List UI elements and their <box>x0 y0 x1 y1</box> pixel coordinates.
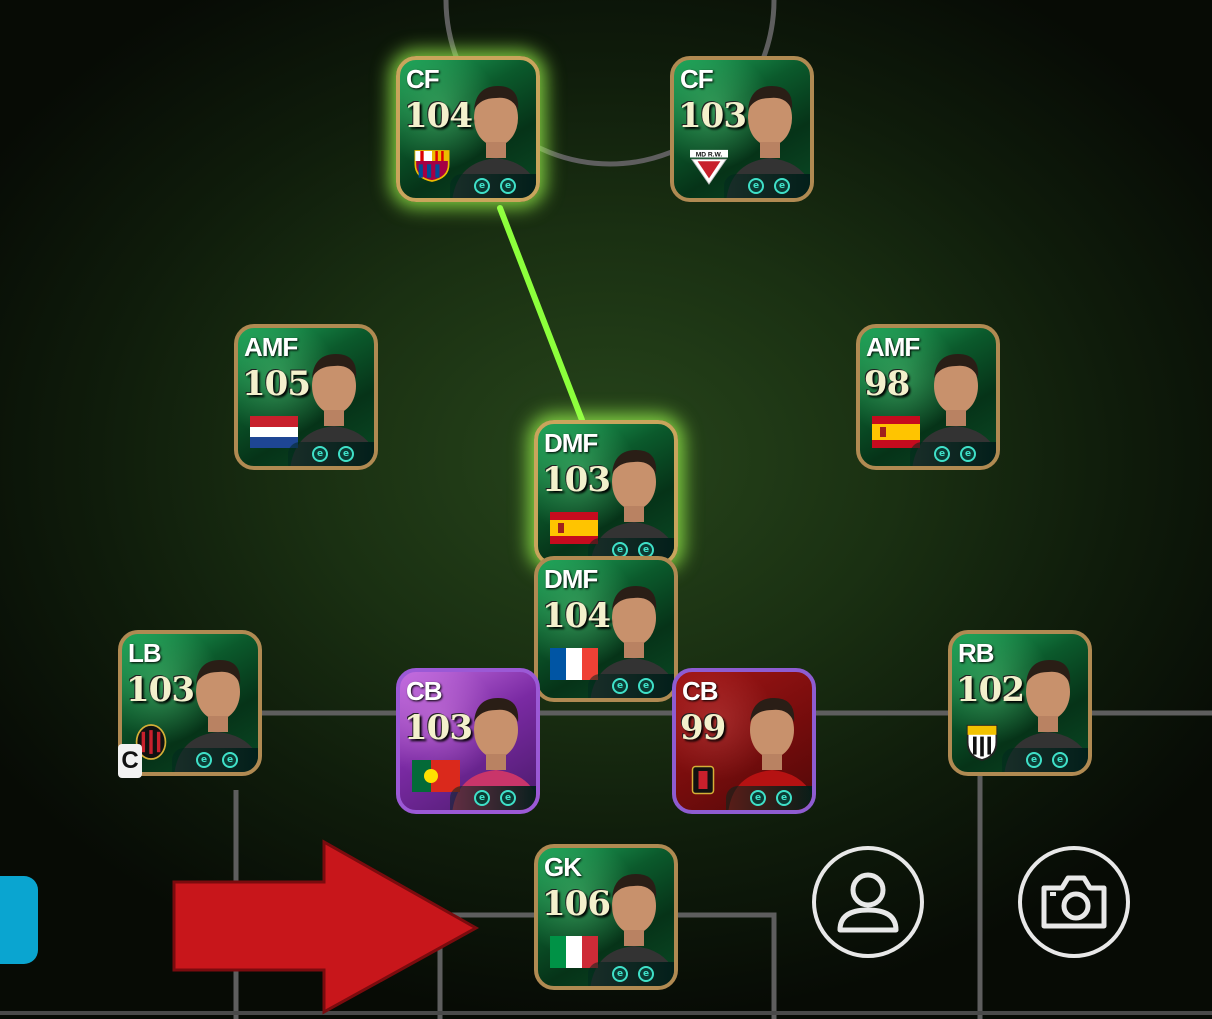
player-position: DMF <box>544 564 598 594</box>
club-crest-striped-icon <box>964 722 1012 761</box>
player-card-dmf-bottom[interactable]: DMF 104 e e <box>534 556 678 702</box>
skill-slot-icon: e <box>776 790 792 806</box>
club-crest-icon <box>688 760 736 795</box>
player-rating: 102 <box>956 670 1025 710</box>
netherlands-flag-icon <box>250 416 298 448</box>
fc-barcelona-crest-icon <box>412 148 460 182</box>
player-card-dmf-top[interactable]: DMF 103 e e <box>534 420 678 566</box>
player-card-cf-right[interactable]: CF 103 MD R.W. e e <box>670 56 814 202</box>
skill-slot-icon: e <box>638 678 654 694</box>
chemistry-link-line <box>497 205 585 423</box>
skill-slot-icon: e <box>748 178 764 194</box>
player-rating: 103 <box>404 708 473 748</box>
player-position: RB <box>958 638 995 668</box>
skill-slots: ee <box>450 786 536 810</box>
skill-slot-icon: e <box>196 752 212 768</box>
skill-slots: ee <box>588 674 674 698</box>
player-position: CB <box>682 676 719 706</box>
player-position: CB <box>406 676 443 706</box>
player-rating: 103 <box>678 96 747 136</box>
side-tab-button[interactable] <box>0 876 38 964</box>
player-position: AMF <box>244 332 298 362</box>
skill-slot-icon: e <box>1052 752 1068 768</box>
skill-slot-icon: e <box>960 446 976 462</box>
player-position: LB <box>128 638 162 668</box>
player-card-cf-left[interactable]: CF 104 e e <box>396 56 540 202</box>
skill-slot-icon: e <box>500 178 516 194</box>
skill-slots: ee <box>724 174 810 198</box>
player-card-cb-right[interactable]: CB 99 e e <box>672 668 816 814</box>
skill-slot-icon: e <box>638 966 654 982</box>
skill-slot-icon: e <box>934 446 950 462</box>
person-icon <box>837 872 899 933</box>
skill-slot-icon: e <box>750 790 766 806</box>
skill-slot-icon: e <box>1026 752 1042 768</box>
skill-slots: ee <box>726 786 812 810</box>
player-button[interactable] <box>812 846 924 958</box>
france-flag-icon <box>550 648 598 680</box>
player-rating: 105 <box>242 364 311 404</box>
skill-slot-icon: e <box>612 966 628 982</box>
player-position: CF <box>680 64 714 94</box>
skill-slot-icon: e <box>500 790 516 806</box>
italy-flag-icon <box>550 936 598 968</box>
player-rating: 98 <box>864 364 910 404</box>
player-card-amf-left[interactable]: AMF 105 e e <box>234 324 378 470</box>
skill-slots: ee <box>910 442 996 466</box>
spain-flag-icon <box>872 416 920 448</box>
skill-slot-icon: e <box>474 790 490 806</box>
player-card-gk[interactable]: GK 106 e e <box>534 844 678 990</box>
red-arrow-annotation <box>172 839 480 1015</box>
captain-badge: C <box>118 744 142 778</box>
portugal-flag-icon <box>412 760 460 792</box>
player-card-amf-right[interactable]: AMF 98 e e <box>856 324 1000 470</box>
player-rating: 99 <box>680 708 726 748</box>
camera-icon <box>1041 875 1107 929</box>
player-rating: 104 <box>404 96 473 136</box>
player-rating: 106 <box>542 884 611 924</box>
md-rw-crest-icon: MD R.W. <box>686 148 734 185</box>
player-position: AMF <box>866 332 920 362</box>
skill-slots: ee <box>172 748 258 772</box>
player-position: CF <box>406 64 440 94</box>
spain-flag-icon <box>550 512 598 544</box>
skill-slot-icon: e <box>612 678 628 694</box>
player-card-cb-left[interactable]: CB 103 e e <box>396 668 540 814</box>
skill-slot-icon: e <box>222 752 238 768</box>
skill-slot-icon: e <box>774 178 790 194</box>
player-rating: 104 <box>542 596 611 636</box>
player-position: DMF <box>544 428 598 458</box>
skill-slots: ee <box>450 174 536 198</box>
player-card-rb[interactable]: RB 102 e e <box>948 630 1092 776</box>
camera-button[interactable] <box>1018 846 1130 958</box>
skill-slot-icon: e <box>338 446 354 462</box>
skill-slot-icon: e <box>474 178 490 194</box>
skill-slots: ee <box>288 442 374 466</box>
svg-text:MD R.W.: MD R.W. <box>696 152 723 159</box>
player-rating: 103 <box>126 670 195 710</box>
player-rating: 103 <box>542 460 611 500</box>
player-position: GK <box>544 852 582 882</box>
formation-pitch: CF 104 e e CF 103 MD R.W. e e AMF 105 e e AMF 98 e e DMF 1… <box>0 0 1212 1019</box>
skill-slots: ee <box>1002 748 1088 772</box>
skill-slot-icon: e <box>312 446 328 462</box>
skill-slots: ee <box>588 962 674 986</box>
